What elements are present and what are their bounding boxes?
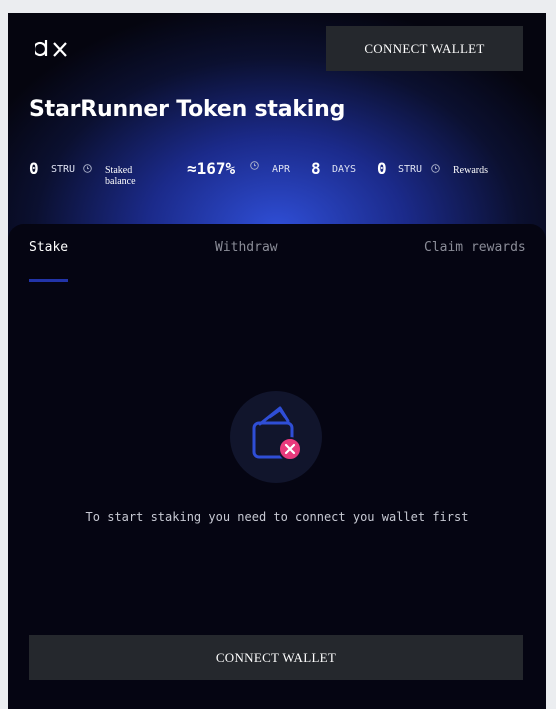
active-tab-indicator	[29, 279, 68, 282]
staked-balance-unit: STRU	[51, 164, 76, 175]
rewards-unit: STRU	[398, 164, 423, 175]
connect-wallet-button[interactable]: CONNECT WALLET	[326, 26, 523, 71]
staked-balance-caption: Staked balance	[105, 165, 136, 187]
lock-period-value: 8	[311, 159, 321, 178]
apr-label: APR	[272, 164, 291, 175]
dx-logo-icon	[35, 40, 67, 57]
info-clock-icon[interactable]	[431, 164, 440, 173]
rewards-value: 0	[377, 159, 387, 178]
lock-period-unit: DAYS	[332, 164, 357, 175]
connect-wallet-button-bottom[interactable]: CONNECT WALLET	[29, 635, 523, 680]
info-clock-icon[interactable]	[83, 164, 92, 173]
apr-value: ≈167%	[187, 159, 236, 178]
hero-header: CONNECT WALLET StarRunner Token staking …	[8, 13, 546, 253]
tab-withdraw[interactable]: Withdraw	[215, 240, 278, 255]
tab-claim-rewards[interactable]: Claim rewards	[424, 240, 526, 255]
staked-balance-value: 0	[29, 159, 39, 178]
wallet-disconnected-icon	[230, 391, 322, 483]
empty-state-message: To start staking you need to connect you…	[85, 510, 469, 524]
rewards-caption: Rewards	[453, 165, 488, 176]
page-title: StarRunner Token staking	[29, 97, 346, 122]
info-clock-icon[interactable]	[250, 161, 259, 170]
app-window: CONNECT WALLET StarRunner Token staking …	[8, 13, 546, 709]
tab-stake[interactable]: Stake	[29, 240, 68, 255]
